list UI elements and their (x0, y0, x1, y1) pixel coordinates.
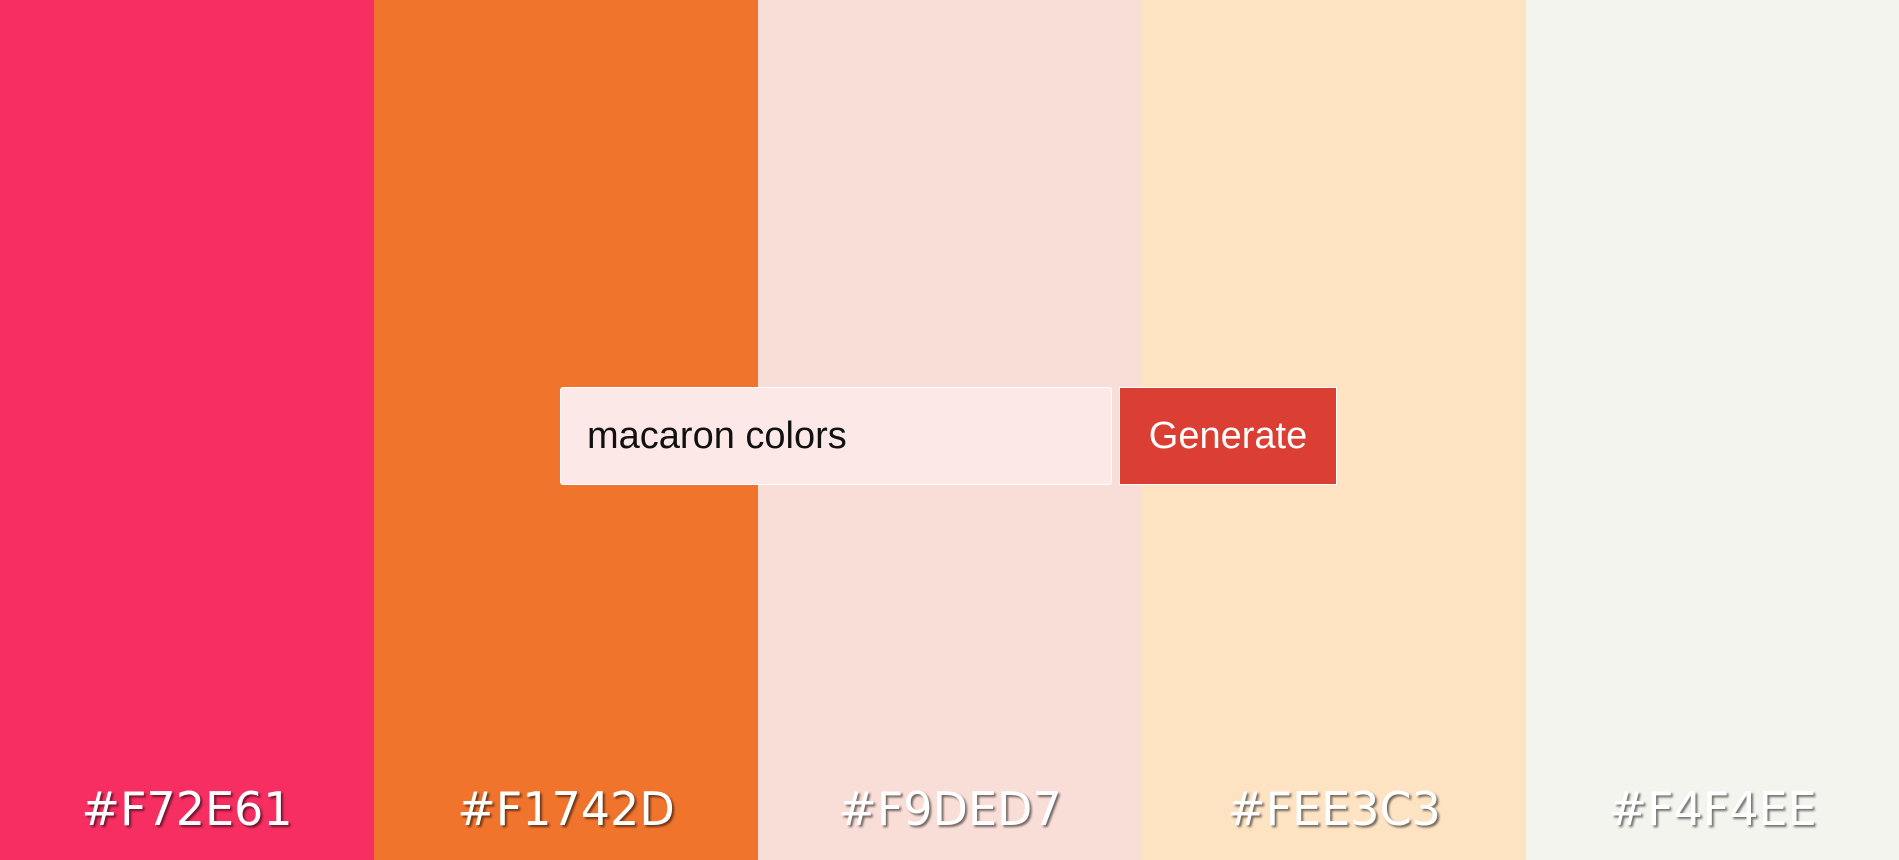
hex-code-label: #F1742D (457, 782, 675, 836)
hex-code-label: #F4F4EE (1608, 782, 1817, 836)
color-swatch-5[interactable]: #F4F4EE (1526, 0, 1899, 860)
palette-search-form: Generate (560, 387, 1337, 485)
palette-search-input[interactable] (560, 387, 1112, 485)
hex-code-label: #F9DED7 (838, 782, 1062, 836)
color-palette: #F72E61 #F1742D #F9DED7 #FEE3C3 #F4F4EE … (0, 0, 1899, 860)
generate-button[interactable]: Generate (1119, 387, 1337, 485)
color-swatch-1[interactable]: #F72E61 (0, 0, 374, 860)
hex-code-label: #FEE3C3 (1227, 782, 1441, 836)
hex-code-label: #F72E61 (81, 782, 293, 836)
